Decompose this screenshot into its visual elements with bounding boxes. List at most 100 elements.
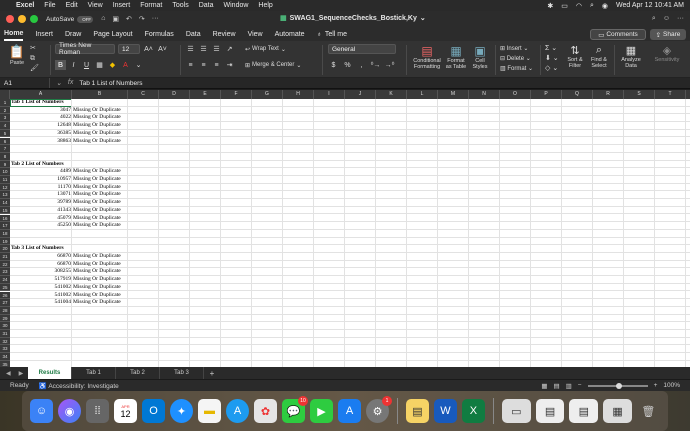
column-header-o[interactable]: O (500, 90, 531, 99)
italic-button[interactable]: I (68, 60, 79, 70)
redo-icon[interactable]: ↷ (139, 15, 145, 23)
battery-icon[interactable]: ▭ (561, 2, 568, 10)
zoom-slider-knob[interactable] (615, 382, 622, 389)
column-header-l[interactable]: L (407, 90, 438, 99)
cell-b[interactable]: Missing Or Duplicate (72, 122, 128, 130)
fill-color-icon[interactable]: ◆ (107, 60, 118, 70)
column-header-h[interactable]: H (283, 90, 314, 99)
paste-group[interactable]: 📋 Paste (6, 44, 28, 66)
formula-input[interactable]: Tab 1 List of Numbers (79, 80, 142, 87)
bold-button[interactable]: B (55, 60, 66, 70)
row-header[interactable]: 6 (0, 137, 10, 146)
conditional-formatting-button[interactable]: ▤ Conditional Formatting (410, 44, 444, 70)
cell-a[interactable] (10, 322, 72, 330)
column-header-k[interactable]: K (376, 90, 407, 99)
notes-icon[interactable]: ▬ (198, 399, 221, 423)
cell-a[interactable]: 10957 (10, 176, 72, 184)
row-header[interactable]: 3 (0, 114, 10, 123)
normal-view-icon[interactable]: ▦ (541, 382, 547, 390)
column-header-t[interactable]: T (655, 90, 686, 99)
cell-a[interactable] (10, 230, 72, 238)
row-header[interactable]: 7 (0, 145, 10, 153)
cell-a[interactable]: Tab 3 List of Numbers (10, 245, 72, 253)
row-header[interactable]: 8 (0, 152, 10, 161)
cell-a[interactable] (10, 307, 72, 315)
align-top-icon[interactable]: ☰ (185, 44, 196, 54)
safari-icon[interactable]: ✦ (170, 399, 193, 423)
cell-a[interactable]: 39789 (10, 199, 72, 207)
font-name-select[interactable]: Times New Roman (55, 42, 115, 56)
cell-a[interactable]: 4489 (10, 168, 72, 176)
cell-a[interactable]: 45079 (10, 215, 72, 223)
tab-review[interactable]: Review (213, 29, 236, 40)
cell-b[interactable] (72, 230, 128, 238)
align-bottom-icon[interactable]: ☰ (211, 44, 222, 54)
sort-filter-button[interactable]: ⇅ Sort & Filter (563, 44, 587, 69)
close-window-button[interactable] (6, 15, 14, 23)
row-header[interactable]: 19 (0, 237, 10, 246)
cell-a[interactable]: 13071 (10, 191, 72, 199)
autosave-control[interactable]: AutoSave OFF (46, 15, 94, 23)
menu-app-name[interactable]: Excel (16, 2, 34, 9)
undo-icon[interactable]: ↶ (126, 15, 132, 23)
chevron-down-icon[interactable]: ⌄ (56, 79, 62, 87)
column-header-i[interactable]: I (314, 90, 345, 99)
cell-a[interactable] (10, 238, 72, 246)
row-header[interactable]: 27 (0, 299, 10, 307)
cell-styles-button[interactable]: ▣ Cell Styles (470, 44, 490, 70)
row-header[interactable]: 14 (0, 199, 10, 207)
comma-icon[interactable]: , (356, 60, 367, 70)
cell-a[interactable]: 517919 (10, 276, 72, 284)
messages-icon[interactable]: 💬 10 (282, 396, 308, 423)
row-header[interactable]: 31 (0, 330, 10, 338)
cell-b[interactable] (72, 238, 128, 246)
cell-b[interactable]: Missing Or Duplicate (72, 168, 128, 176)
row-header[interactable]: 34 (0, 353, 10, 361)
cell-b[interactable] (72, 145, 128, 153)
app-store-icon[interactable]: A (226, 399, 249, 423)
cell-a[interactable]: 4022 (10, 114, 72, 122)
delete-cells-button[interactable]: ⊟ Delete ⌄ (500, 54, 533, 64)
row-header[interactable]: 2 (0, 106, 10, 115)
control-center-icon[interactable]: ◉ (602, 2, 608, 10)
cell-b[interactable]: Missing Or Duplicate (72, 176, 128, 184)
cell-a[interactable]: 12648 (10, 122, 72, 130)
clock-text[interactable]: Wed Apr 12 10:41 AM (616, 2, 684, 9)
format-as-table-button[interactable]: ▦ Format as Table (444, 44, 468, 70)
minimize-window-button[interactable] (18, 15, 26, 23)
row-header[interactable]: 9 (0, 160, 10, 169)
decrease-decimal-icon[interactable]: →⁰ (384, 60, 395, 70)
column-header-p[interactable]: P (531, 90, 562, 99)
app-store-icon[interactable]: A (338, 399, 361, 423)
column-header-q[interactable]: Q (562, 90, 593, 99)
cell-a[interactable] (10, 315, 72, 323)
cell-b[interactable] (72, 307, 128, 315)
decrease-font-icon[interactable]: A˅ (157, 44, 168, 54)
page-layout-view-icon[interactable]: ▤ (553, 382, 559, 390)
column-header-b[interactable]: B (72, 90, 128, 99)
function-icon[interactable]: fx (68, 79, 73, 87)
tab-page-layout[interactable]: Page Layout (93, 29, 132, 40)
format-cells-button[interactable]: ▥ Format ⌄ (500, 64, 533, 74)
cut-icon[interactable]: ✂ (30, 44, 44, 54)
column-header-a[interactable]: A (10, 90, 72, 99)
cell-a[interactable] (10, 345, 72, 353)
row-header[interactable]: 29 (0, 314, 10, 323)
increase-decimal-icon[interactable]: ⁰→ (370, 60, 381, 70)
chevron-down-icon[interactable]: ⌄ (420, 14, 426, 22)
row-header[interactable]: 16 (0, 214, 10, 223)
column-header-s[interactable]: S (624, 90, 655, 99)
cell-b[interactable]: Missing Or Duplicate (72, 138, 128, 146)
cell-b[interactable]: Missing Or Duplicate (72, 114, 128, 122)
cell-a[interactable] (10, 145, 72, 153)
facetime-icon[interactable]: ▶ (310, 399, 333, 423)
underline-button[interactable]: U (81, 60, 92, 70)
cell-b[interactable]: Missing Or Duplicate (72, 184, 128, 192)
row-header[interactable]: 18 (0, 229, 10, 238)
column-header-d[interactable]: D (159, 90, 190, 99)
trash-icon[interactable]: 🗑 (637, 399, 660, 423)
stickies-icon[interactable]: ▤ (405, 399, 429, 423)
next-sheet-icon[interactable]: ▶ (19, 370, 24, 377)
cell-a[interactable] (10, 330, 72, 338)
cell-b[interactable] (72, 322, 128, 330)
